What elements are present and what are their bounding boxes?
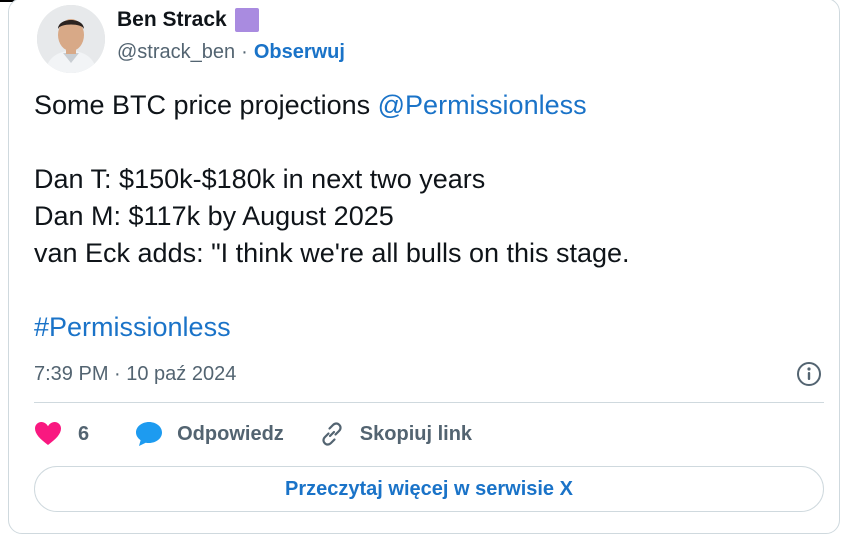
- tweet-line-2: Dan M: $117k by August 2025: [34, 201, 394, 231]
- info-icon[interactable]: [796, 361, 822, 387]
- heart-icon: [35, 422, 61, 445]
- divider: [34, 402, 824, 403]
- tweet-intro-line: Some BTC price projections @Permissionle…: [34, 87, 814, 124]
- avatar-image: [37, 5, 105, 73]
- tweet-card: Ben Strack @strack_ben · Obserwuj Some B…: [8, 0, 840, 534]
- reply-button[interactable]: Odpowiedz: [135, 421, 284, 447]
- tweet-intro: Some BTC price projections: [34, 90, 378, 120]
- mention-link[interactable]: @Permissionless: [378, 90, 587, 120]
- tweet-text: Some BTC price projections @Permissionle…: [34, 87, 814, 346]
- link-icon: [322, 422, 342, 446]
- avatar[interactable]: [37, 5, 105, 73]
- tweet-line-3: van Eck adds: "I think we're all bulls o…: [34, 238, 630, 268]
- reply-label: Odpowiedz: [177, 422, 284, 445]
- timestamp[interactable]: 7:39 PM · 10 paź 2024: [34, 363, 236, 386]
- profile-badge-icon: [234, 8, 259, 32]
- tweet-header: Ben Strack @strack_ben · Obserwuj: [37, 5, 345, 75]
- action-bar: 6 Odpowiedz Skopiuj link: [34, 417, 506, 451]
- author-handle[interactable]: @strack_ben: [117, 41, 235, 64]
- follow-button[interactable]: Obserwuj: [254, 41, 345, 64]
- copy-link-label: Skopiuj link: [359, 422, 473, 445]
- separator-dot: ·: [241, 41, 248, 63]
- author-name[interactable]: Ben Strack: [117, 8, 227, 32]
- read-more-button[interactable]: Przeczytaj więcej w serwisie X: [34, 466, 824, 512]
- tweet-meta: 7:39 PM · 10 paź 2024: [34, 359, 824, 389]
- tweet-line-1: Dan T: $150k-$180k in next two years: [34, 164, 486, 194]
- author-info: Ben Strack @strack_ben · Obserwuj: [117, 5, 345, 64]
- like-button[interactable]: 6: [34, 421, 89, 447]
- hashtag-link[interactable]: #Permissionless: [34, 309, 814, 346]
- speech-bubble-icon: [136, 422, 163, 446]
- like-count: 6: [78, 422, 90, 445]
- copy-link-button[interactable]: Skopiuj link: [318, 420, 472, 448]
- read-more-label: Przeczytaj więcej w serwisie X: [285, 477, 573, 500]
